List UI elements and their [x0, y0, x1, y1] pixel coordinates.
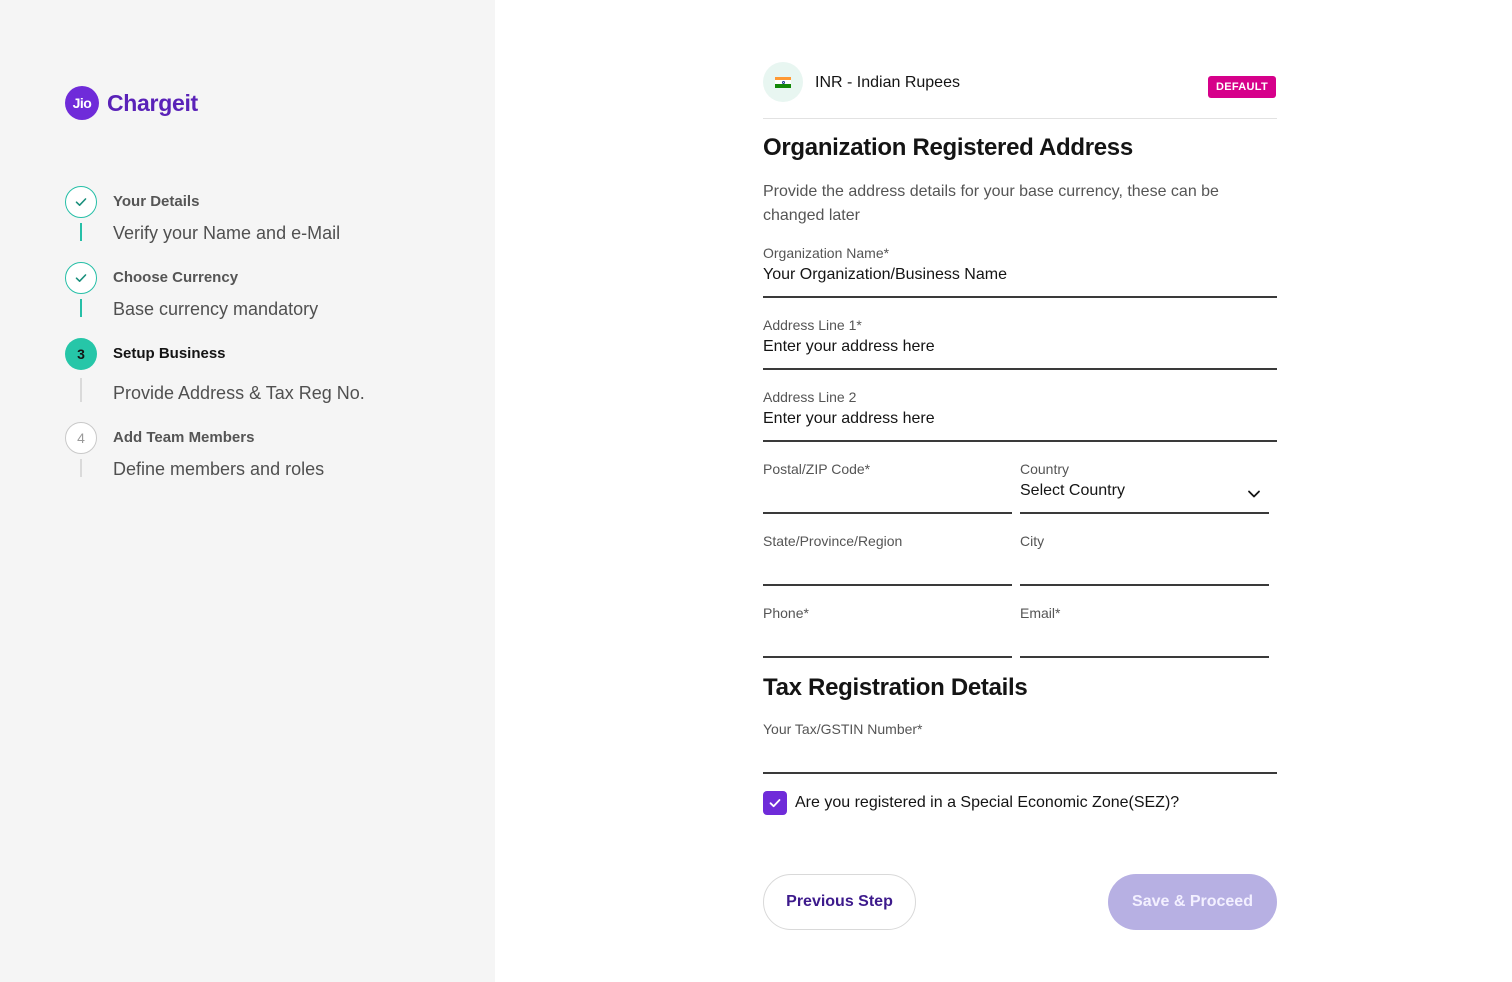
field-label: Postal/ZIP Code*: [763, 461, 871, 477]
step-title: Choose Currency: [113, 269, 239, 286]
address-section-description: Provide the address details for your bas…: [763, 183, 1219, 224]
step-your-details[interactable]: Your Details Verify your Name and e-Mail: [65, 186, 465, 246]
tax-gstin-field[interactable]: Your Tax/GSTIN Number*: [763, 721, 1277, 774]
organization-name-field[interactable]: Organization Name* Your Organization/Bus…: [763, 245, 1277, 298]
step-connector: [80, 459, 82, 477]
step-title: Your Details: [113, 193, 200, 210]
postal-code-field[interactable]: Postal/ZIP Code*: [763, 461, 1012, 514]
save-proceed-button[interactable]: Save & Proceed: [1108, 874, 1277, 930]
field-label: Country: [1020, 461, 1070, 477]
step-number-badge: 4: [65, 422, 97, 454]
jio-logo-icon: Jio: [65, 86, 99, 120]
step-subtitle: Define members and roles: [113, 459, 325, 479]
step-title: Add Team Members: [113, 429, 255, 446]
step-choose-currency[interactable]: Choose Currency Base currency mandatory: [65, 262, 465, 322]
tax-section-title: Tax Registration Details: [763, 674, 1028, 701]
field-label: Email*: [1020, 605, 1061, 621]
field-label: Organization Name*: [763, 245, 890, 261]
sidebar: Jio Chargeit Your Details Verify your Na…: [0, 0, 495, 982]
address-line-1-field[interactable]: Address Line 1* Enter your address here: [763, 317, 1277, 370]
check-icon: [769, 799, 781, 808]
country-select[interactable]: Country Select Country: [1020, 461, 1269, 514]
address-line-2-field[interactable]: Address Line 2 Enter your address here: [763, 389, 1277, 442]
field-value: Enter your address here: [763, 338, 935, 355]
step-number-badge: 3: [65, 338, 97, 370]
city-field[interactable]: City: [1020, 533, 1269, 586]
step-connector: [80, 223, 82, 241]
step-subtitle: Verify your Name and e-Mail: [113, 223, 341, 243]
field-label: State/Province/Region: [763, 533, 903, 549]
previous-step-button[interactable]: Previous Step: [763, 874, 916, 930]
field-value: Select Country: [1020, 482, 1125, 499]
check-icon: [65, 262, 97, 294]
field-label: City: [1020, 533, 1045, 549]
india-flag-icon: [763, 62, 803, 102]
sez-checkbox-row[interactable]: Are you registered in a Special Economic…: [763, 791, 1179, 815]
step-connector: [80, 299, 82, 317]
brand-logo[interactable]: Jio Chargeit: [65, 86, 198, 120]
field-label: Address Line 2: [763, 389, 857, 405]
email-field[interactable]: Email*: [1020, 605, 1269, 658]
step-add-team-members[interactable]: 4 Add Team Members Define members and ro…: [65, 422, 465, 482]
sez-checkbox-label: Are you registered in a Special Economic…: [795, 794, 1180, 811]
field-label: Phone*: [763, 605, 809, 621]
field-value: Enter your address here: [763, 410, 935, 427]
check-icon: [65, 186, 97, 218]
field-label: Address Line 1*: [763, 317, 862, 333]
step-connector: [80, 378, 82, 402]
step-subtitle: Base currency mandatory: [113, 299, 319, 319]
step-subtitle: Provide Address & Tax Reg No.: [113, 383, 365, 403]
field-value: Your Organization/Business Name: [763, 266, 1007, 283]
field-label: Your Tax/GSTIN Number*: [763, 721, 923, 737]
currency-name: INR - Indian Rupees: [815, 74, 960, 91]
step-title: Setup Business: [113, 345, 226, 362]
chevron-down-icon: [1248, 490, 1260, 498]
default-badge: DEFAULT: [1207, 76, 1276, 98]
state-field[interactable]: State/Province/Region: [763, 533, 1012, 586]
sez-checkbox[interactable]: [763, 791, 787, 815]
currency-row: INR - Indian Rupees DEFAULT: [763, 62, 1277, 119]
phone-field[interactable]: Phone*: [763, 605, 1012, 658]
brand-name: Chargeit: [107, 89, 198, 116]
address-section-title: Organization Registered Address: [763, 134, 1133, 161]
step-setup-business[interactable]: 3 Setup Business Provide Address & Tax R…: [65, 338, 465, 408]
